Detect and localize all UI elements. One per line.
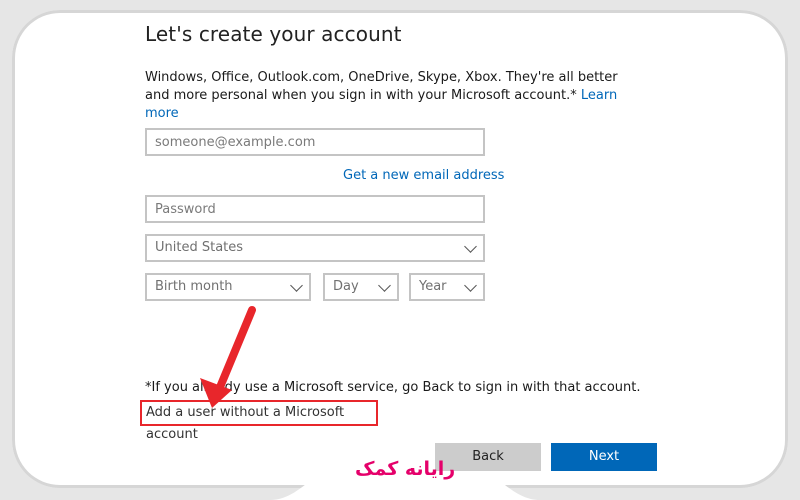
country-select[interactable]: United States [145, 234, 485, 262]
description-text: Windows, Office, Outlook.com, OneDrive, … [145, 70, 618, 103]
birth-month-select[interactable]: Birth month [145, 273, 311, 301]
red-arrow-icon [200, 306, 256, 408]
chevron-down-icon [378, 279, 391, 292]
email-field[interactable] [145, 128, 485, 156]
birth-month-value: Birth month [155, 279, 233, 294]
chevron-down-icon [464, 279, 477, 292]
get-new-email-link[interactable]: Get a new email address [343, 168, 504, 183]
country-value: United States [155, 240, 244, 255]
logo: رایانه کمک [355, 458, 456, 480]
chevron-down-icon [290, 279, 303, 292]
description: Windows, Office, Outlook.com, OneDrive, … [145, 69, 645, 123]
page-title: Let's create your account [145, 22, 402, 46]
day-select[interactable]: Day [323, 273, 399, 301]
day-value: Day [333, 279, 359, 294]
year-value: Year [419, 279, 447, 294]
password-field[interactable] [145, 195, 485, 223]
year-select[interactable]: Year [409, 273, 485, 301]
chevron-down-icon [464, 240, 477, 253]
next-button[interactable]: Next [551, 443, 657, 471]
